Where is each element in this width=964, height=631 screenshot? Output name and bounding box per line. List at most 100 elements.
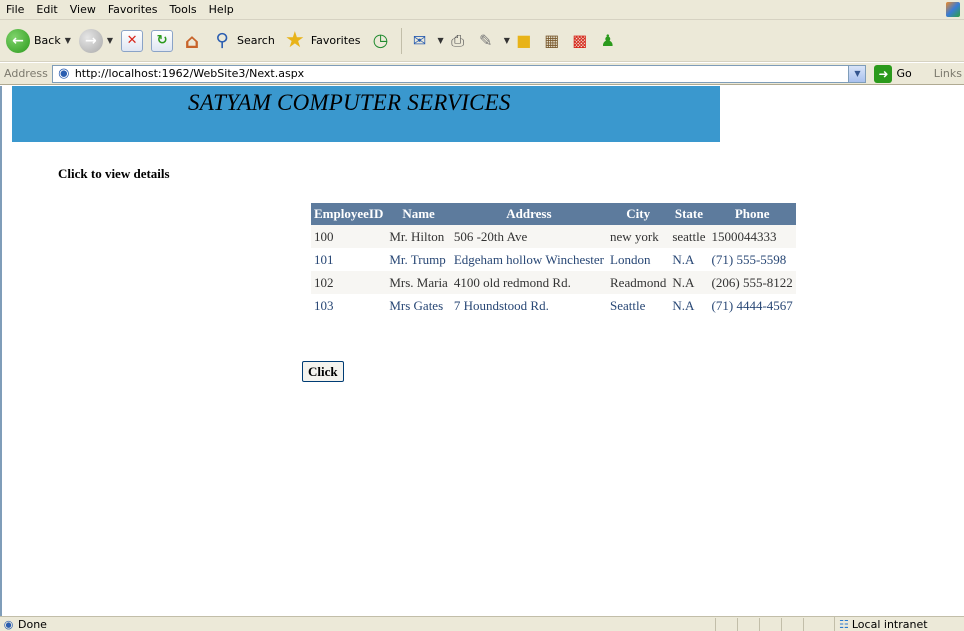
employee-grid: EmployeeID Name Address City State Phone…: [311, 203, 796, 317]
back-button[interactable]: ← Back ▼: [2, 24, 75, 58]
security-zone[interactable]: ☷ Local intranet: [834, 617, 928, 631]
cell-city: Readmond: [607, 271, 670, 294]
status-pane: [759, 618, 781, 631]
column-header: Address: [450, 203, 607, 225]
status-pane: [803, 618, 825, 631]
discuss-icon[interactable]: ■: [513, 30, 535, 52]
home-icon: ⌂: [184, 28, 200, 53]
click-button[interactable]: Click: [302, 361, 344, 382]
print-icon[interactable]: ⎙: [447, 30, 469, 52]
go-button[interactable]: ➜ Go: [874, 64, 912, 83]
search-label: Search: [237, 34, 275, 47]
cell-name: Mrs Gates: [386, 294, 451, 317]
status-pane: [781, 618, 803, 631]
chevron-down-icon[interactable]: ▼: [438, 36, 444, 45]
cell-name: Mr. Hilton: [386, 225, 451, 248]
back-label: Back: [34, 34, 61, 47]
status-text: Done: [18, 617, 47, 631]
zone-label: Local intranet: [851, 618, 928, 631]
menu-help[interactable]: Help: [203, 3, 240, 16]
address-input[interactable]: ◉ http://localhost:1962/WebSite3/Next.as…: [51, 64, 867, 83]
stop-icon: ✕: [121, 29, 144, 52]
cell-employee-id: 103: [311, 294, 387, 317]
page-viewport: SATYAM COMPUTER SERVICES Click to view d…: [0, 86, 964, 616]
mail-icon[interactable]: ✉: [409, 30, 431, 52]
cell-state: seattle: [669, 225, 709, 248]
ie-page-icon: ◉: [3, 617, 14, 631]
cell-employee-id: 100: [311, 225, 387, 248]
research-icon[interactable]: ▦: [541, 30, 563, 52]
chevron-down-icon[interactable]: ▼: [65, 36, 71, 45]
menu-bar: File Edit View Favorites Tools Help: [0, 0, 964, 20]
favorites-button[interactable]: ★ Favorites: [279, 24, 365, 58]
cell-city: Seattle: [607, 294, 670, 317]
back-arrow-icon: ←: [6, 28, 30, 53]
refresh-icon: ↻: [151, 29, 174, 52]
column-header: Name: [386, 203, 451, 225]
cell-address: 7 Houndstood Rd.: [450, 294, 607, 317]
menu-favorites[interactable]: Favorites: [102, 3, 164, 16]
cell-employee-id: 102: [311, 271, 387, 294]
address-url[interactable]: http://localhost:1962/WebSite3/Next.aspx: [75, 67, 304, 80]
go-label: Go: [896, 67, 912, 80]
cell-state: N.A: [669, 248, 709, 271]
chevron-down-icon[interactable]: ▼: [848, 65, 866, 82]
ie-page-icon: ◉: [58, 66, 70, 81]
cell-state: N.A: [669, 294, 709, 317]
cell-name: Mrs. Maria: [386, 271, 451, 294]
cell-state: N.A: [669, 271, 709, 294]
column-header: EmployeeID: [311, 203, 387, 225]
cell-phone: 1500044333: [708, 225, 796, 248]
status-pane: [715, 618, 737, 631]
table-row: 102 Mrs. Maria 4100 old redmond Rd. Read…: [311, 271, 796, 294]
menu-view[interactable]: View: [64, 3, 102, 16]
windows-logo-icon: [946, 2, 960, 17]
refresh-button[interactable]: ↻: [147, 24, 177, 58]
contacts-icon[interactable]: ♟: [597, 30, 619, 52]
cell-city: London: [607, 248, 670, 271]
search-icon: ⚲: [215, 30, 229, 51]
forward-button[interactable]: → ▼: [75, 24, 117, 58]
status-bar: ◉ Done ☷ Local intranet: [0, 616, 964, 631]
chevron-down-icon[interactable]: ▼: [107, 36, 113, 45]
intranet-icon: ☷: [839, 618, 849, 631]
cell-city: new york: [607, 225, 670, 248]
cell-employee-id: 101: [311, 248, 387, 271]
history-icon: ◷: [372, 30, 389, 51]
header-banner: SATYAM COMPUTER SERVICES: [12, 86, 720, 142]
table-row: 103 Mrs Gates 7 Houndstood Rd. Seattle N…: [311, 294, 796, 317]
cell-address: 4100 old redmond Rd.: [450, 271, 607, 294]
standard-toolbar: ← Back ▼ → ▼ ✕ ↻ ⌂ ⚲ Search ★ Favorites …: [0, 20, 964, 62]
home-button[interactable]: ⌂: [177, 24, 207, 58]
cell-name: Mr. Trump: [386, 248, 451, 271]
cell-address: Edgeham hollow Winchester: [450, 248, 607, 271]
chevron-down-icon[interactable]: ▼: [504, 36, 510, 45]
forward-arrow-icon: →: [78, 28, 103, 53]
menu-edit[interactable]: Edit: [30, 3, 63, 16]
history-button[interactable]: ◷: [365, 24, 397, 58]
favorites-label: Favorites: [310, 34, 361, 47]
go-arrow-icon: ➜: [874, 64, 893, 83]
cell-phone: (71) 4444-4567: [708, 294, 796, 317]
column-header: Phone: [708, 203, 796, 225]
address-label: Address: [4, 67, 48, 80]
grid-header-row: EmployeeID Name Address City State Phone: [311, 203, 796, 225]
edit-icon[interactable]: ✎: [475, 30, 497, 52]
column-header: City: [607, 203, 670, 225]
cell-address: 506 -20th Ave: [450, 225, 607, 248]
cell-phone: (71) 555-5598: [708, 248, 796, 271]
links-toolbar[interactable]: Links: [934, 67, 962, 80]
table-row: 101 Mr. Trump Edgeham hollow Winchester …: [311, 248, 796, 271]
status-panes: [715, 618, 825, 631]
search-button[interactable]: ⚲ Search: [207, 24, 279, 58]
details-heading: Click to view details: [58, 166, 170, 181]
stop-button[interactable]: ✕: [117, 24, 147, 58]
cell-phone: (206) 555-8122: [708, 271, 796, 294]
menu-file[interactable]: File: [0, 3, 30, 16]
menu-tools[interactable]: Tools: [164, 3, 203, 16]
star-icon: ★: [284, 28, 305, 53]
table-row: 100 Mr. Hilton 506 -20th Ave new york se…: [311, 225, 796, 248]
messenger-icon[interactable]: ▩: [569, 30, 591, 52]
toolbar-separator: [400, 27, 402, 54]
column-header: State: [669, 203, 709, 225]
